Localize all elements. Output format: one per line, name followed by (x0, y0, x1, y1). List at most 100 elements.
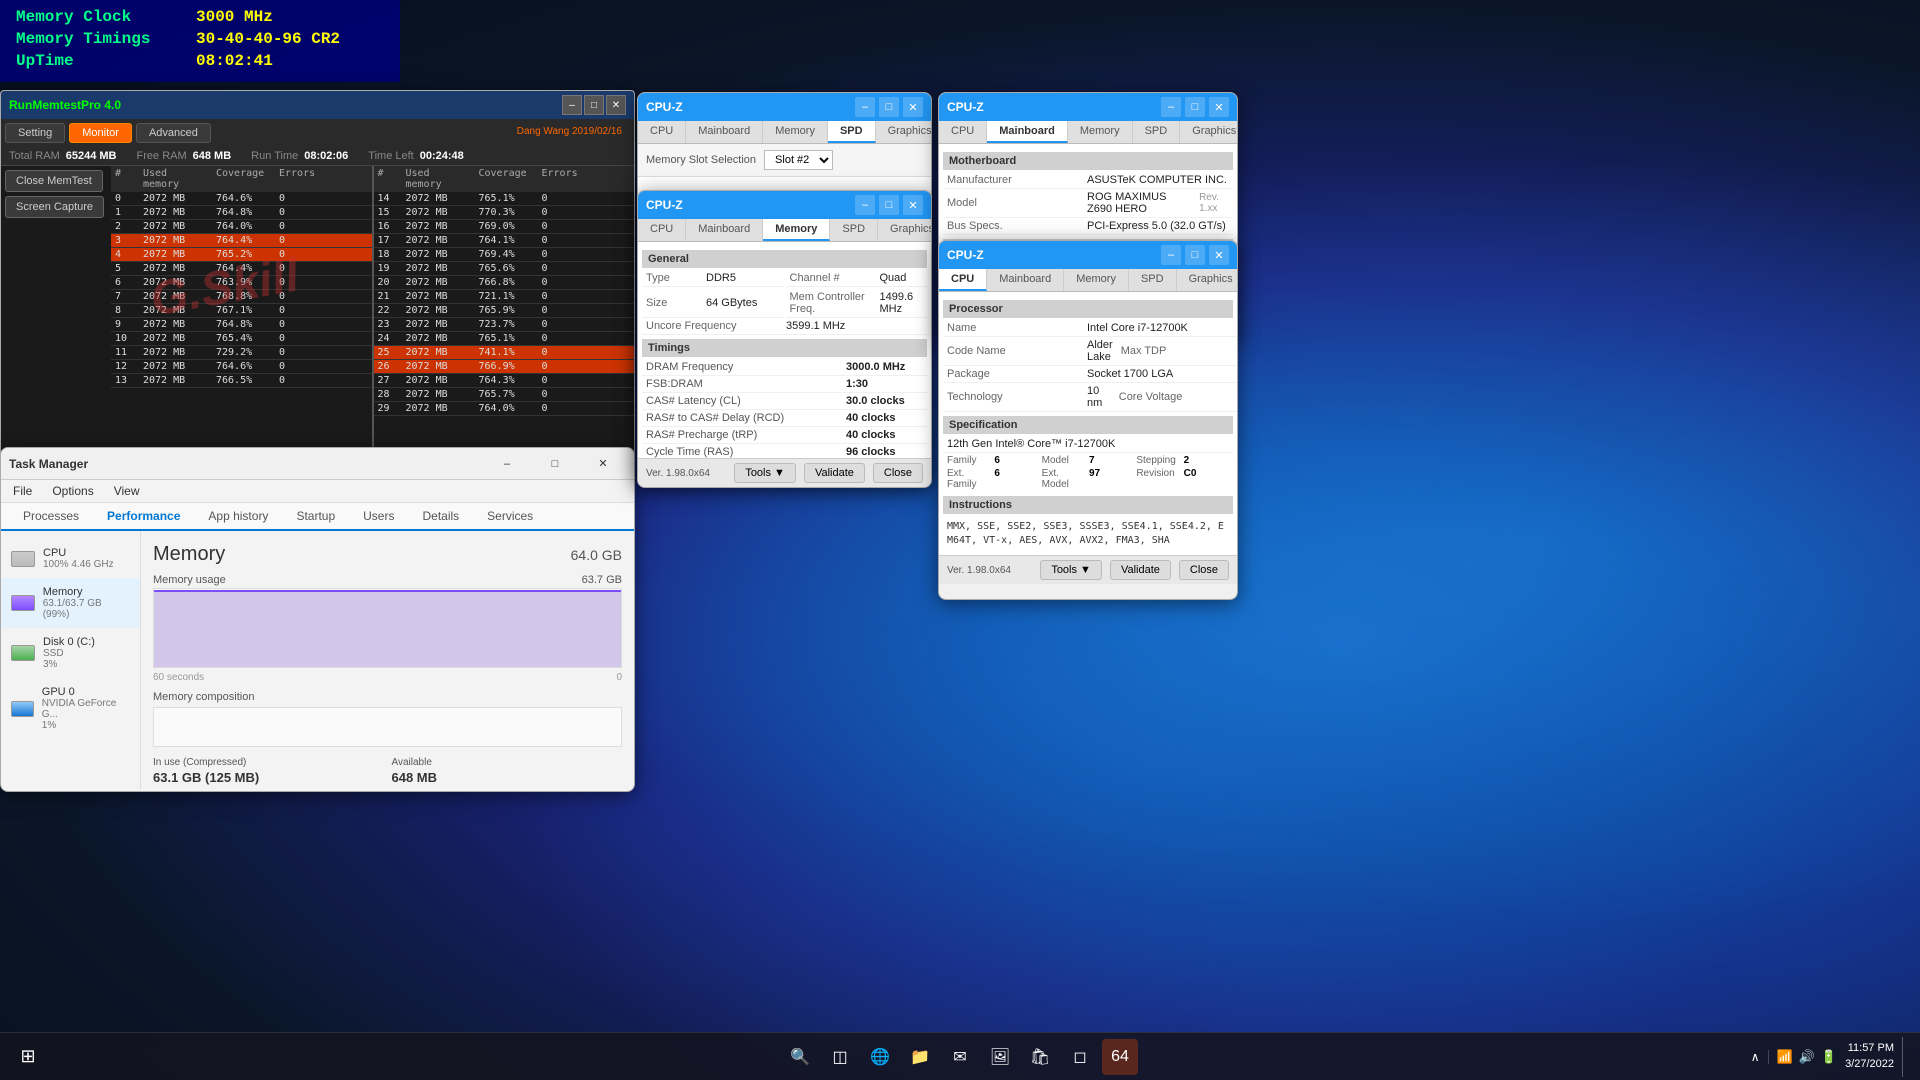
disk-sidebar-label: Disk 0 (C:) (43, 636, 95, 648)
cpuz-spd-close[interactable]: ✕ (903, 97, 923, 117)
cpuz-memory-minimize[interactable]: – (855, 195, 875, 215)
cpuz-mb-tab-memory[interactable]: Memory (1068, 121, 1133, 143)
taskbar-mail[interactable]: ✉ (942, 1039, 978, 1075)
taskmanager-tab-users[interactable]: Users (349, 503, 408, 531)
taskbar-search[interactable]: 🔍 (782, 1039, 818, 1075)
start-button[interactable]: ⊞ (8, 1037, 48, 1077)
instructions-section: Instructions (943, 496, 1233, 514)
taskmanager-menu-file[interactable]: File (9, 482, 36, 500)
mb-manufacturer-value: ASUSTeK COMPUTER INC. (1087, 174, 1227, 186)
slot-select[interactable]: Slot #2 (764, 150, 833, 170)
taskbar-show-desktop[interactable] (1902, 1037, 1908, 1077)
cpuz-cpu-minimize[interactable]: – (1161, 245, 1181, 265)
memtest-close-btn[interactable]: ✕ (606, 95, 626, 115)
cpuz-mb-tab-graphics[interactable]: Graphics (1180, 121, 1238, 143)
taskmanager-menu-options[interactable]: Options (48, 482, 97, 500)
taskmanager-tab-processes[interactable]: Processes (9, 503, 93, 531)
rp-row: RAS# Precharge (tRP) 40 clocks (642, 427, 927, 444)
screen-capture-btn[interactable]: Screen Capture (5, 196, 104, 218)
memory-usage-chart (153, 588, 622, 668)
taskbar-photos[interactable]: 🖼 (982, 1039, 1018, 1075)
cpuz-memory-close[interactable]: ✕ (903, 195, 923, 215)
taskmanager-sidebar-memory[interactable]: Memory 63.1/63.7 GB (99%) (1, 578, 140, 628)
cpuz-mem-tab-memory[interactable]: Memory (763, 219, 830, 241)
cpuz-cpu-validate-btn[interactable]: Validate (1110, 560, 1171, 580)
taskbar-task-view[interactable]: ◫ (822, 1039, 858, 1075)
cpuz-spd-tab-graphics[interactable]: Graphics (876, 121, 932, 143)
cpuz-mb-tab-mainboard[interactable]: Mainboard (987, 121, 1068, 143)
taskbar-app2[interactable]: 64 (1102, 1039, 1138, 1075)
memtest-tab-advanced[interactable]: Advanced (136, 123, 211, 143)
taskmanager-tab-apphistory[interactable]: App history (194, 503, 282, 531)
cpuz-mainboard-close[interactable]: ✕ (1209, 97, 1229, 117)
taskmanager-menu-view[interactable]: View (110, 482, 144, 500)
taskbar-explorer[interactable]: 📁 (902, 1039, 938, 1075)
cpuz-mainboard-minimize[interactable]: – (1161, 97, 1181, 117)
uncore-freq-value: 3599.1 MHz (786, 320, 845, 332)
memtest-row: 21 2072 MB 721.1% 0 (374, 290, 635, 304)
cpuz-cpu-close[interactable]: ✕ (1209, 245, 1229, 265)
cpuz-mb-tab-spd[interactable]: SPD (1133, 121, 1181, 143)
memtest-controls: – □ ✕ (560, 95, 626, 115)
cpuz-cpu-tab-graphics[interactable]: Graphics (1177, 269, 1238, 291)
cpuz-cpu-tab-memory[interactable]: Memory (1064, 269, 1129, 291)
taskmanager-titlebar: Task Manager – □ ✕ (1, 448, 634, 480)
taskmanager-sidebar-gpu[interactable]: GPU 0 NVIDIA GeForce G...1% (1, 678, 140, 739)
overlay-memory-timings-value: 30-40-40-96 CR2 (196, 30, 340, 48)
memtest-minimize-btn[interactable]: – (562, 95, 582, 115)
cpuz-spd-tab-cpu[interactable]: CPU (638, 121, 686, 143)
cpuz-cpu-tools-btn[interactable]: Tools ▼ (1040, 560, 1102, 580)
timings-section: Timings (642, 339, 927, 357)
stat-in-use: In use (Compressed) 63.1 GB (125 MB) (153, 757, 384, 785)
cpuz-mem-tab-spd[interactable]: SPD (830, 219, 878, 241)
memtest-row: 16 2072 MB 769.0% 0 (374, 220, 635, 234)
memory-usage-value: 63.7 GB (582, 574, 622, 586)
cpuz-spd-tab-spd[interactable]: SPD (828, 121, 876, 143)
mem-type-row: Type DDR5 (642, 270, 784, 287)
taskmanager-tab-services[interactable]: Services (473, 503, 547, 531)
cpuz-memory-version: Ver. 1.98.0x64 (646, 468, 726, 479)
taskmanager-maximize-btn[interactable]: □ (532, 448, 578, 480)
taskmanager-tab-details[interactable]: Details (408, 503, 473, 531)
cpuz-spd-minimize[interactable]: – (855, 97, 875, 117)
taskmanager-tab-startup[interactable]: Startup (282, 503, 349, 531)
memtest-tab-setting[interactable]: Setting (5, 123, 65, 143)
cpuz-cpu-tab-spd[interactable]: SPD (1129, 269, 1177, 291)
tray-network[interactable]: 📶 (1777, 1049, 1793, 1065)
cpuz-mem-tab-mainboard[interactable]: Mainboard (686, 219, 763, 241)
disk-sidebar-detail: SSD3% (43, 648, 95, 670)
taskbar-store[interactable]: 🛍 (1022, 1039, 1058, 1075)
memtest-table-container: Close MemTest Screen Capture # Used memo… (1, 166, 634, 461)
cpu-sidebar-label: CPU (43, 547, 114, 559)
cpuz-spd-maximize[interactable]: □ (879, 97, 899, 117)
taskmanager-sidebar-disk[interactable]: Disk 0 (C:) SSD3% (1, 628, 140, 678)
tray-expand[interactable]: ∧ (1751, 1050, 1760, 1064)
cpuz-mb-tab-cpu[interactable]: CPU (939, 121, 987, 143)
tray-battery[interactable]: 🔋 (1821, 1049, 1837, 1065)
cpuz-memory-maximize[interactable]: □ (879, 195, 899, 215)
cpuz-spd-tab-mainboard[interactable]: Mainboard (686, 121, 763, 143)
cpuz-cpu-maximize[interactable]: □ (1185, 245, 1205, 265)
cpuz-mem-tab-cpu[interactable]: CPU (638, 219, 686, 241)
taskbar-app1[interactable]: ◻ (1062, 1039, 1098, 1075)
cpuz-memory-tools-btn[interactable]: Tools ▼ (734, 463, 796, 483)
cpuz-mainboard-maximize[interactable]: □ (1185, 97, 1205, 117)
taskmanager-minimize-btn[interactable]: – (484, 448, 530, 480)
memtest-maximize-btn[interactable]: □ (584, 95, 604, 115)
overlay-info: Memory Clock 3000 MHz Memory Timings 30-… (0, 0, 400, 82)
cpuz-cpu-close-btn[interactable]: Close (1179, 560, 1229, 580)
taskmanager-close-btn[interactable]: ✕ (580, 448, 626, 480)
cpuz-spd-tab-memory[interactable]: Memory (763, 121, 828, 143)
tray-sound[interactable]: 🔊 (1799, 1049, 1815, 1065)
taskmanager-tab-performance[interactable]: Performance (93, 503, 194, 531)
cpuz-cpu-tab-cpu[interactable]: CPU (939, 269, 987, 291)
memtest-tab-monitor[interactable]: Monitor (69, 123, 132, 143)
taskbar-edge[interactable]: 🌐 (862, 1039, 898, 1075)
taskmanager-sidebar-cpu[interactable]: CPU 100% 4.46 GHz (1, 539, 140, 578)
taskbar-clock[interactable]: 11:57 PM 3/27/2022 (1845, 1041, 1894, 1072)
cpuz-memory-validate-btn[interactable]: Validate (804, 463, 865, 483)
cpuz-cpu-tab-mainboard[interactable]: Mainboard (987, 269, 1064, 291)
close-memtest-btn[interactable]: Close MemTest (5, 170, 103, 192)
cpuz-memory-close-btn[interactable]: Close (873, 463, 923, 483)
cpuz-mem-tab-graphics[interactable]: Graphics (878, 219, 932, 241)
